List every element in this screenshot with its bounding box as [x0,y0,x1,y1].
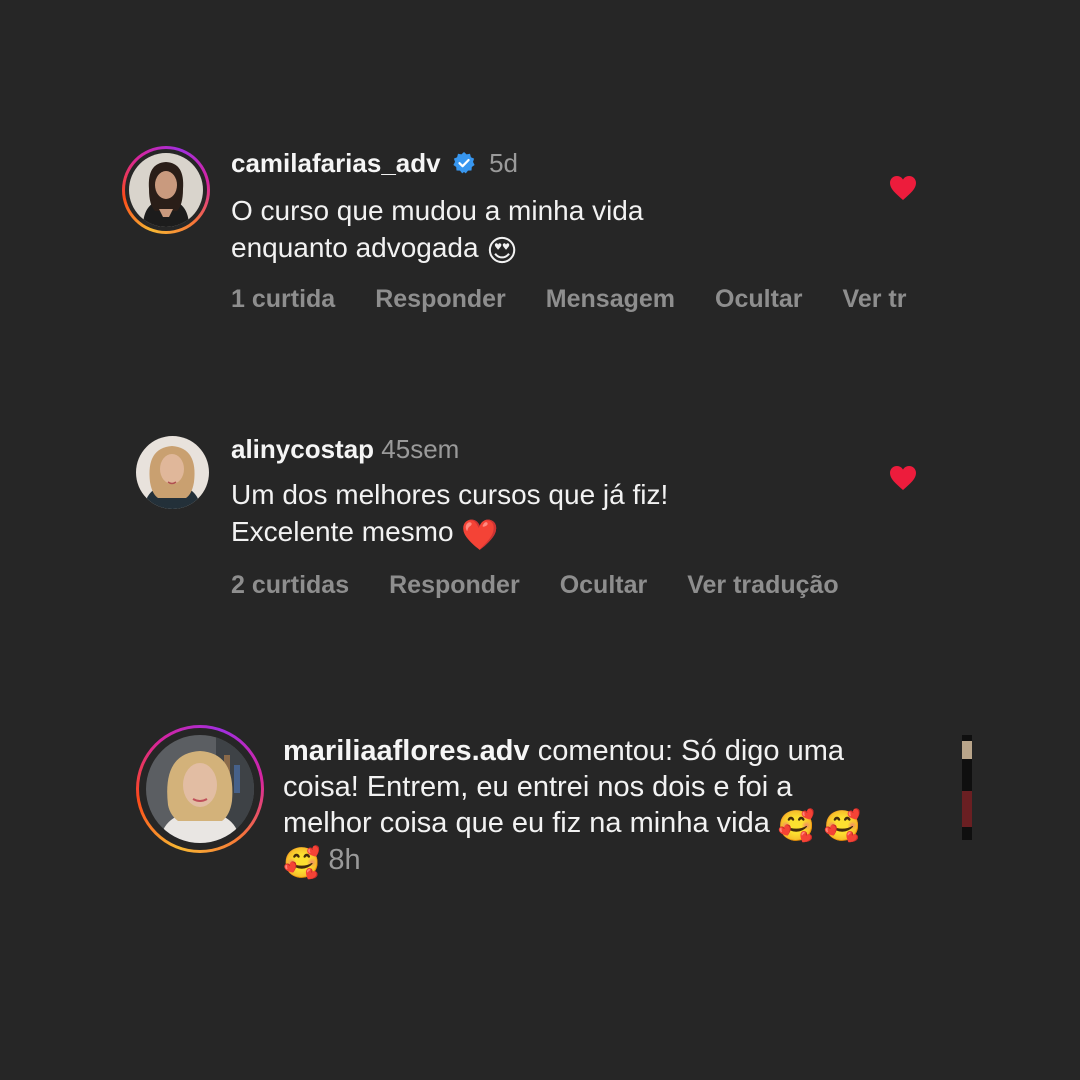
username[interactable]: camilafarias_adv [231,148,441,178]
like-heart-icon[interactable] [889,175,917,201]
comment-time: 5d [489,148,518,178]
comment-card: alinycostap 45sem Um dos melhores cursos… [108,392,972,654]
smiling-hearts-emoji: 🥰 [283,847,321,880]
post-thumbnail[interactable] [962,735,972,840]
avatar[interactable] [146,735,254,843]
notification-time: 8h [328,844,361,876]
comment-text-line: O curso que mudou a minha vida [231,195,644,226]
notification-line: mariliaaflores.adv comentou: Só digo uma [283,733,861,769]
red-heart-emoji: ❤️ [461,519,499,552]
notification-line-1: comentou: Só digo uma [529,735,844,767]
comment-text-line-2: Excelente mesmo [231,516,454,547]
notification-line-3: melhor coisa que eu fiz na minha vida [283,807,770,839]
comment-text-line: Excelente mesmo ❤️ [231,513,668,551]
reply-button[interactable]: Responder [375,285,506,314]
like-count[interactable]: 1 curtida [231,285,335,314]
smiling-hearts-emoji: 🥰 🥰 [777,810,861,843]
message-button[interactable]: Mensagem [546,285,675,314]
notification-line: 🥰 8h [283,842,861,879]
hide-button[interactable]: Ocultar [560,571,648,600]
comment-header: alinycostap 45sem [231,434,459,464]
translate-button[interactable]: Ver tradução [687,571,838,600]
verified-badge-icon [453,152,475,174]
comment-text: O curso que mudou a minha vida enquanto … [231,192,643,267]
comment-text: Um dos melhores cursos que já fiz! Excel… [231,476,668,551]
heart-eyes-emoji: 😍 [486,235,518,268]
notification-text: mariliaaflores.adv comentou: Só digo uma… [283,733,861,879]
username[interactable]: mariliaaflores.adv [283,735,530,767]
comment-card: camilafarias_adv 5d O curso que mudou a … [108,108,972,370]
comment-text-line: enquanto advogada 😍 [231,229,643,267]
comment-text-line: Um dos melhores cursos que já fiz! [231,479,669,510]
comment-actions: 1 curtida Responder Mensagem Ocultar Ver… [231,285,906,314]
comment-header: camilafarias_adv 5d [231,148,518,178]
hide-button[interactable]: Ocultar [715,285,803,314]
reply-button[interactable]: Responder [389,571,520,600]
comment-text-line-2: enquanto advogada [231,232,479,263]
username[interactable]: alinycostap [231,434,374,464]
avatar[interactable] [136,436,209,509]
notification-item[interactable]: mariliaaflores.adv comentou: Só digo uma… [108,700,972,890]
notification-line: melhor coisa que eu fiz na minha vida 🥰 … [283,805,861,842]
comment-actions: 2 curtidas Responder Ocultar Ver traduçã… [231,571,839,600]
comment-time: 45sem [381,434,460,464]
notification-line-2: coisa! Entrem, eu entrei nos dois e foi … [283,771,793,803]
translate-button[interactable]: Ver tr [843,285,907,314]
avatar[interactable] [129,153,203,227]
like-heart-icon[interactable] [889,465,917,491]
story-ring[interactable] [122,146,210,234]
story-ring[interactable] [136,725,264,853]
like-count[interactable]: 2 curtidas [231,571,349,600]
